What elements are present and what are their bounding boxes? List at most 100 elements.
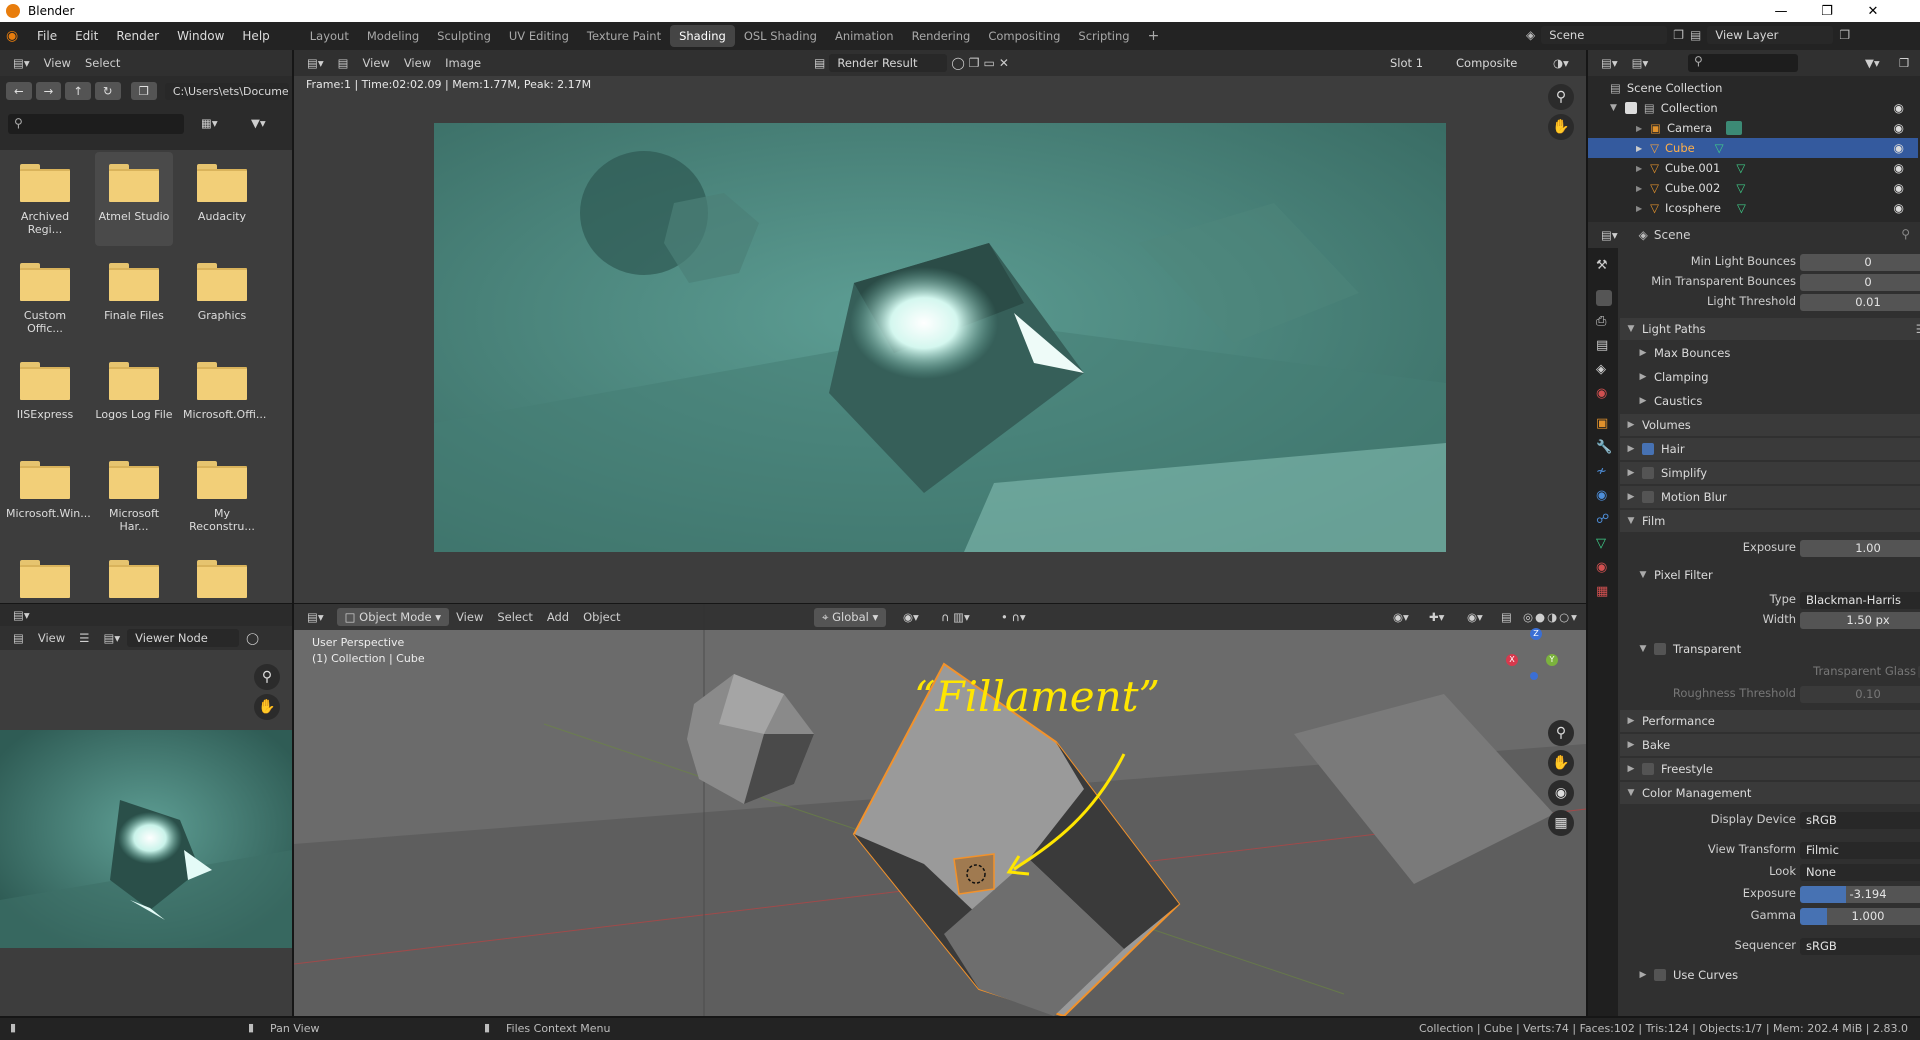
tree-item-cube[interactable]: ▶ ▽ Cube ▽ ◉ <box>1588 138 1918 158</box>
section-simplify[interactable]: ▶ Simplify <box>1620 462 1920 484</box>
tool-tab-icon[interactable]: ⚒ <box>1596 258 1612 274</box>
scene-name-field[interactable]: Scene <box>1541 26 1668 44</box>
filter-icon[interactable]: ▼▾ <box>1858 54 1887 72</box>
min-light-bounces-field[interactable]: 0 <box>1800 254 1920 271</box>
folder-item[interactable]: Custom Offic... <box>6 251 84 335</box>
new-folder-icon[interactable]: ❐ <box>130 82 157 100</box>
shield-icon[interactable]: ◯ <box>951 56 964 70</box>
file-path-field[interactable]: C:\Users\ets\Documen... <box>164 82 289 100</box>
editor-type-icon[interactable]: ▤▾ <box>1594 226 1625 244</box>
menu-edit[interactable]: Edit <box>66 29 107 43</box>
tree-item-cube002[interactable]: ▶ ▽ Cube.002 ▽ ◉ <box>1588 178 1918 198</box>
pass-dropdown[interactable]: Composite <box>1448 54 1540 72</box>
film-exposure-field[interactable]: 1.00 <box>1800 540 1920 557</box>
file-view-menu[interactable]: View <box>37 54 78 72</box>
tree-scene-collection[interactable]: ▤ Scene Collection <box>1588 78 1918 98</box>
folder-item[interactable]: IISExpress <box>6 350 84 421</box>
light-threshold-field[interactable]: 0.01 <box>1800 294 1920 311</box>
visibility-eye-icon[interactable]: ◉ <box>1894 141 1904 155</box>
image-view-dropdown[interactable]: View <box>356 54 397 72</box>
image-menu[interactable]: Image <box>438 54 488 72</box>
subsection-caustics[interactable]: ▶ Caustics <box>1620 390 1920 412</box>
collection-checkbox[interactable] <box>1624 102 1637 114</box>
view-menu[interactable]: View <box>397 54 438 72</box>
scene-selector-icon[interactable]: ◈ <box>1526 28 1535 42</box>
world-tab-icon[interactable]: ◉ <box>1596 386 1612 402</box>
menu-render[interactable]: Render <box>107 29 168 43</box>
close-icon[interactable]: ✕ <box>1850 0 1896 22</box>
render-tab-icon[interactable] <box>1596 290 1612 306</box>
tab-shading[interactable]: Shading <box>670 25 735 47</box>
tab-layout[interactable]: Layout <box>301 25 358 47</box>
viewport-object-menu[interactable]: Object <box>576 608 627 626</box>
sequencer-dropdown[interactable]: sRGB <box>1800 938 1920 955</box>
folder-item-partial[interactable] <box>95 548 173 606</box>
tree-item-cube001[interactable]: ▶ ▽ Cube.001 ▽ ◉ <box>1588 158 1918 178</box>
folder-item[interactable]: Microsoft.Win... <box>6 449 91 520</box>
transparent-checkbox[interactable] <box>1654 643 1666 655</box>
visibility-eye-icon[interactable]: ◉ <box>1894 101 1904 115</box>
editor-type-icon[interactable]: ▤▾ <box>6 606 37 624</box>
tab-uv-editing[interactable]: UV Editing <box>500 25 578 47</box>
z-axis-icon[interactable]: Z <box>1530 628 1542 640</box>
folder-item[interactable]: Logos Log File <box>95 350 173 421</box>
orientation-dropdown[interactable]: ⌖ Global ▾ <box>814 608 887 627</box>
display-device-dropdown[interactable]: sRGB <box>1800 812 1920 829</box>
snap-icon[interactable]: ∩ ▥▾ <box>934 608 977 626</box>
object-tab-icon[interactable]: ▣ <box>1596 416 1612 432</box>
folder-item[interactable]: Archived Regi... <box>6 152 84 236</box>
tab-animation[interactable]: Animation <box>826 25 903 47</box>
constraints-tab-icon[interactable]: ☍ <box>1596 512 1612 528</box>
use-curves-checkbox[interactable] <box>1654 969 1666 981</box>
folder-item[interactable]: Graphics <box>183 251 261 322</box>
pan-hand-icon[interactable]: ✋ <box>1548 114 1574 140</box>
section-film[interactable]: ▼ Film <box>1620 510 1920 532</box>
view-layer-icon[interactable]: ▤ <box>1690 28 1701 42</box>
motion-blur-checkbox[interactable] <box>1642 491 1654 503</box>
zoom-icon[interactable]: ⚲ <box>1548 84 1574 110</box>
zoom-icon[interactable]: ⚲ <box>254 664 280 690</box>
display-channels-icon[interactable]: ◑▾ <box>1546 54 1576 72</box>
tab-compositing[interactable]: Compositing <box>979 25 1069 47</box>
camera-view-icon[interactable]: ◉ <box>1548 780 1574 806</box>
view-layer-tab-icon[interactable]: ▤ <box>1596 338 1612 354</box>
section-freestyle[interactable]: ▶ Freestyle <box>1620 758 1920 780</box>
new-scene-icon[interactable]: ❐ <box>1673 28 1684 42</box>
tree-collection[interactable]: ▼ ▤ Collection ◉ <box>1588 98 1918 118</box>
visibility-eye-icon[interactable]: ◉ <box>1894 121 1904 135</box>
folder-item-partial[interactable] <box>183 548 261 606</box>
subsection-max-bounces[interactable]: ▶ Max Bounces <box>1620 342 1920 364</box>
modifier-wrench-icon[interactable]: 🔧 <box>1596 440 1612 456</box>
folder-item[interactable]: Microsoft.Offi... <box>183 350 266 421</box>
roughness-threshold-field[interactable]: 0.10 <box>1800 686 1920 703</box>
menu-window[interactable]: Window <box>168 29 233 43</box>
section-motion-blur[interactable]: ▶ Motion Blur <box>1620 486 1920 508</box>
freestyle-checkbox[interactable] <box>1642 763 1654 775</box>
file-select-menu[interactable]: Select <box>78 54 127 72</box>
section-volumes[interactable]: ▶ Volumes <box>1620 414 1920 436</box>
visibility-icon[interactable]: ◉▾ <box>1386 608 1416 626</box>
subsection-pixel-filter[interactable]: ▼ Pixel Filter <box>1620 564 1920 586</box>
overlay-icon[interactable]: ◉▾ <box>1460 608 1490 626</box>
x-axis-icon[interactable]: X <box>1506 654 1518 666</box>
new-view-layer-icon[interactable]: ❐ <box>1839 28 1850 42</box>
folder-item[interactable]: Audacity <box>183 152 261 223</box>
tab-osl-shading[interactable]: OSL Shading <box>735 25 826 47</box>
editor-type-icon[interactable]: ▤▾ <box>300 54 331 72</box>
tree-item-icosphere[interactable]: ▶ ▽ Icosphere ▽ ◉ <box>1588 198 1918 218</box>
presets-list-icon[interactable]: ☰ <box>1916 322 1920 336</box>
viewer-view-menu[interactable]: View <box>31 629 72 647</box>
tab-modeling[interactable]: Modeling <box>358 25 428 47</box>
add-workspace-icon[interactable]: + <box>1139 24 1169 48</box>
simplify-checkbox[interactable] <box>1642 467 1654 479</box>
particles-tab-icon[interactable]: ≁ <box>1596 464 1612 480</box>
filter-icon[interactable]: ▼▾ <box>244 114 273 132</box>
visibility-eye-icon[interactable]: ◉ <box>1894 201 1904 215</box>
viewer-hamburger-icon[interactable]: ☰ <box>72 629 96 647</box>
proportional-edit-icon[interactable]: • ∩▾ <box>994 608 1033 626</box>
section-color-management[interactable]: ▼ Color Management <box>1620 782 1920 804</box>
gamma-slider[interactable]: 1.000 <box>1800 908 1920 925</box>
folder-item-partial[interactable] <box>6 548 84 606</box>
slot-dropdown[interactable]: Slot 1 <box>1382 54 1444 72</box>
section-hair[interactable]: ▶ Hair <box>1620 438 1920 460</box>
